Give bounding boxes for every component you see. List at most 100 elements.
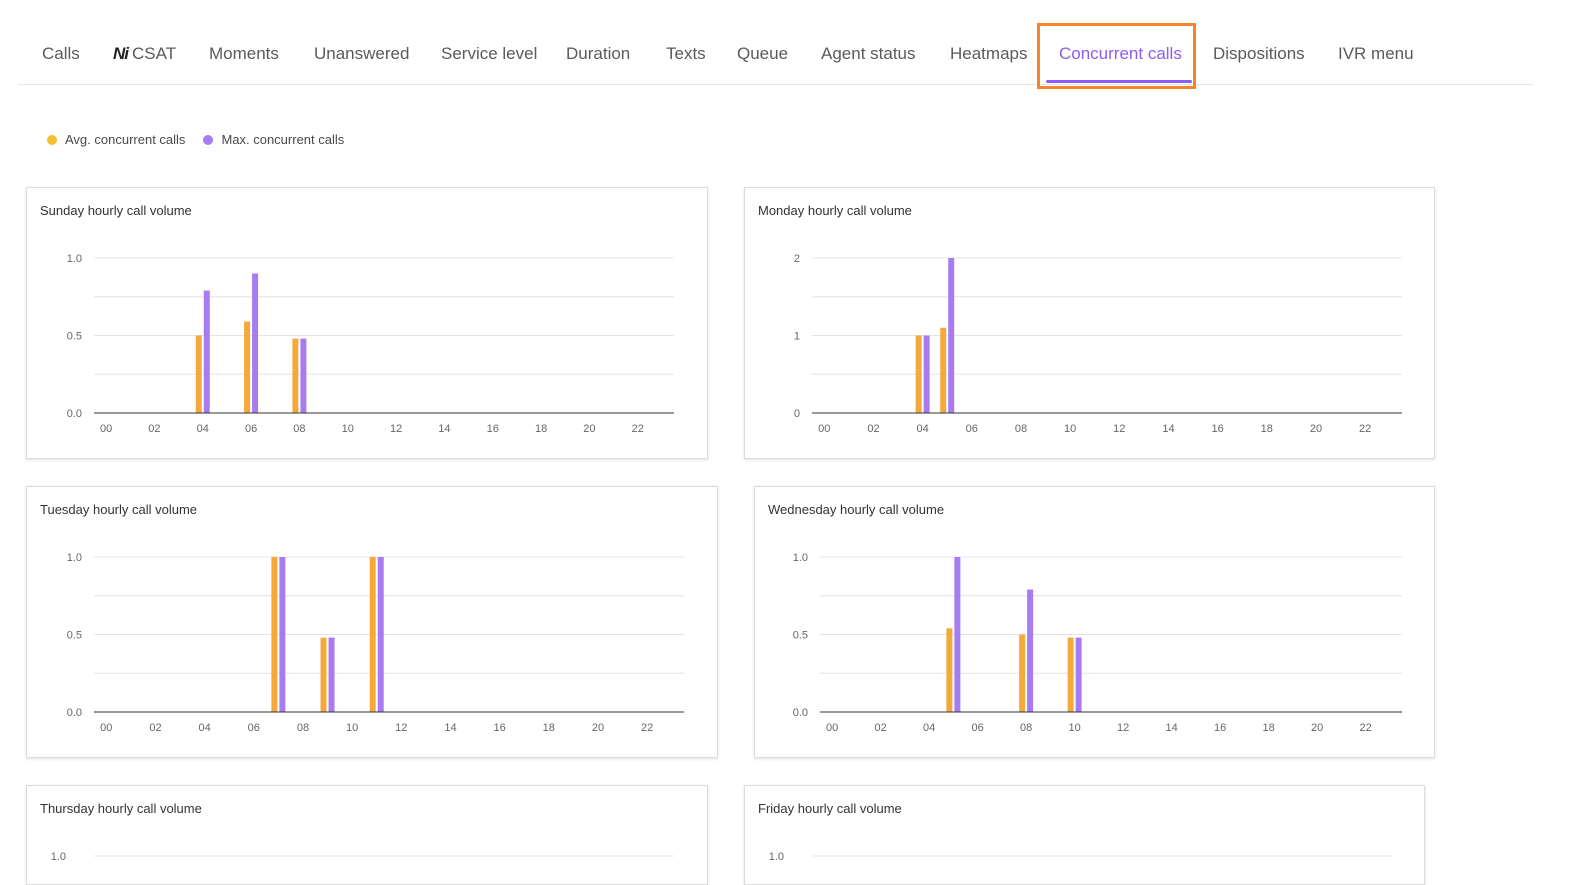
- x-tick-label: 14: [444, 722, 456, 734]
- tab-bar: Calls Ni CSAT Moments Unanswered Service …: [18, 0, 1533, 85]
- tab-queue[interactable]: Queue: [737, 44, 788, 64]
- max-bar: [203, 290, 210, 413]
- tab-heatmaps[interactable]: Heatmaps: [950, 44, 1027, 64]
- legend-item-max[interactable]: Max. concurrent calls: [203, 132, 344, 147]
- avg-bar: [1067, 637, 1074, 712]
- tab-service-level[interactable]: Service level: [441, 44, 537, 64]
- tab-label: Heatmaps: [950, 44, 1028, 63]
- x-tick-label: 08: [293, 423, 305, 435]
- y-tick-label: 1.0: [793, 552, 808, 564]
- x-tick-label: 16: [494, 722, 506, 734]
- x-tick-label: 12: [395, 722, 407, 734]
- x-tick-label: 08: [297, 722, 309, 734]
- tab-agent-status[interactable]: Agent status: [821, 44, 916, 64]
- x-tick-label: 14: [1166, 722, 1178, 734]
- tab-label: CSAT: [132, 44, 177, 63]
- avg-bar: [244, 321, 251, 413]
- x-tick-label: 10: [1069, 722, 1081, 734]
- max-dot-icon: [203, 134, 214, 145]
- x-tick-label: 02: [867, 423, 879, 435]
- y-tick-label: 0.0: [793, 707, 808, 719]
- wednesday-chart: 0.0 0.5 1.0 00 02 04 06 08 10 12 14 16 18 20 22: [793, 552, 1402, 734]
- max-bar: [1075, 637, 1082, 712]
- max-bar: [300, 338, 307, 413]
- chart-card-thursday: Thursday hourly call volume 1.0: [26, 785, 708, 885]
- avg-bar: [195, 335, 202, 413]
- avg-dot-icon: [47, 134, 57, 145]
- x-tick-label: 02: [148, 423, 160, 435]
- x-tick-label: 04: [197, 423, 209, 435]
- chart-legend: Avg. concurrent calls Max. concurrent ca…: [47, 132, 362, 147]
- avg-bar: [1019, 634, 1026, 712]
- x-tick-label: 20: [592, 722, 604, 734]
- tab-texts[interactable]: Texts: [666, 44, 706, 64]
- x-tick-label: 02: [149, 722, 161, 734]
- x-tick-label: 12: [1113, 423, 1125, 435]
- x-tick-label: 18: [1261, 423, 1273, 435]
- friday-chart: 1.0: [769, 851, 1392, 863]
- y-tick-label: 0.0: [67, 408, 82, 420]
- y-tick-label: 1.0: [769, 851, 784, 863]
- x-tick-label: 04: [917, 423, 929, 435]
- tab-moments[interactable]: Moments: [209, 44, 279, 64]
- avg-bar: [320, 637, 327, 712]
- x-tick-label: 20: [1310, 423, 1322, 435]
- x-tick-label: 08: [1015, 423, 1027, 435]
- x-tick-label: 10: [1064, 423, 1076, 435]
- x-tick-label: 08: [1020, 722, 1032, 734]
- avg-bar: [946, 628, 953, 712]
- avg-bar: [940, 327, 947, 413]
- avg-bar: [292, 338, 299, 413]
- tab-label: Dispositions: [1213, 44, 1305, 63]
- tab-csat[interactable]: Ni CSAT: [113, 44, 176, 64]
- tab-duration[interactable]: Duration: [566, 44, 630, 64]
- tab-label: Moments: [209, 44, 279, 63]
- csat-logo-icon: Ni: [113, 44, 129, 63]
- y-tick-label: 0.5: [793, 630, 808, 642]
- x-tick-label: 10: [346, 722, 358, 734]
- avg-bar: [915, 335, 922, 413]
- chart-card-sunday: Sunday hourly call volume 0.0 0.5 1.0 00 02 0…: [26, 187, 708, 459]
- chart-card-friday: Friday hourly call volume 1.0: [744, 785, 1425, 885]
- tuesday-chart: 0.0 0.5 1.0 00 02 04 06 08 10 12 14 16 18 20 22: [67, 552, 684, 734]
- tab-ivr-menu[interactable]: IVR menu: [1338, 44, 1414, 64]
- tab-label: Calls: [42, 44, 80, 63]
- tab-label: Queue: [737, 44, 789, 63]
- x-tick-label: 00: [100, 423, 112, 435]
- legend-label: Avg. concurrent calls: [65, 132, 186, 147]
- tab-label: Unanswered: [314, 44, 410, 63]
- x-tick-label: 04: [923, 722, 935, 734]
- max-bar: [954, 557, 961, 712]
- y-tick-label: 0.0: [67, 707, 82, 719]
- tab-dispositions[interactable]: Dispositions: [1213, 44, 1305, 64]
- thursday-chart: 1.0: [51, 851, 674, 863]
- x-tick-label: 06: [245, 423, 257, 435]
- tab-label: Duration: [566, 44, 631, 63]
- x-tick-label: 16: [1214, 722, 1226, 734]
- x-tick-label: 14: [438, 423, 450, 435]
- tab-label: IVR menu: [1338, 44, 1414, 63]
- monday-chart: 01200 02 04 06 08 10 12 14 16 18 20 22: [794, 253, 1402, 435]
- tab-unanswered[interactable]: Unanswered: [314, 44, 409, 64]
- max-bar: [923, 335, 930, 413]
- highlight-box: [1037, 23, 1196, 89]
- x-tick-label: 22: [632, 423, 644, 435]
- y-tick-label: 2: [794, 253, 800, 265]
- chart-card-tuesday: Tuesday hourly call volume 0.0 0.5 1.0 00 02…: [26, 486, 718, 758]
- max-bar: [328, 637, 335, 712]
- max-bar: [1027, 589, 1034, 712]
- max-bar: [252, 273, 259, 413]
- y-tick-label: 1.0: [67, 552, 82, 564]
- chart-card-wednesday: Wednesday hourly call volume 0.0 0.5 1.0 00…: [754, 486, 1435, 758]
- chart-card-monday: Monday hourly call volume 0 1 2 00 02 04 06 08 1…: [744, 187, 1435, 459]
- avg-bar: [271, 557, 278, 712]
- x-tick-label: 18: [535, 423, 547, 435]
- x-tick-label: 18: [1263, 722, 1275, 734]
- y-tick-label: 1: [794, 331, 800, 343]
- x-tick-label: 10: [342, 423, 354, 435]
- x-tick-label: 12: [390, 423, 402, 435]
- max-bar: [948, 258, 955, 413]
- y-tick-label: 1.0: [51, 851, 66, 863]
- legend-item-avg[interactable]: Avg. concurrent calls: [47, 132, 185, 147]
- tab-calls[interactable]: Calls: [42, 44, 80, 64]
